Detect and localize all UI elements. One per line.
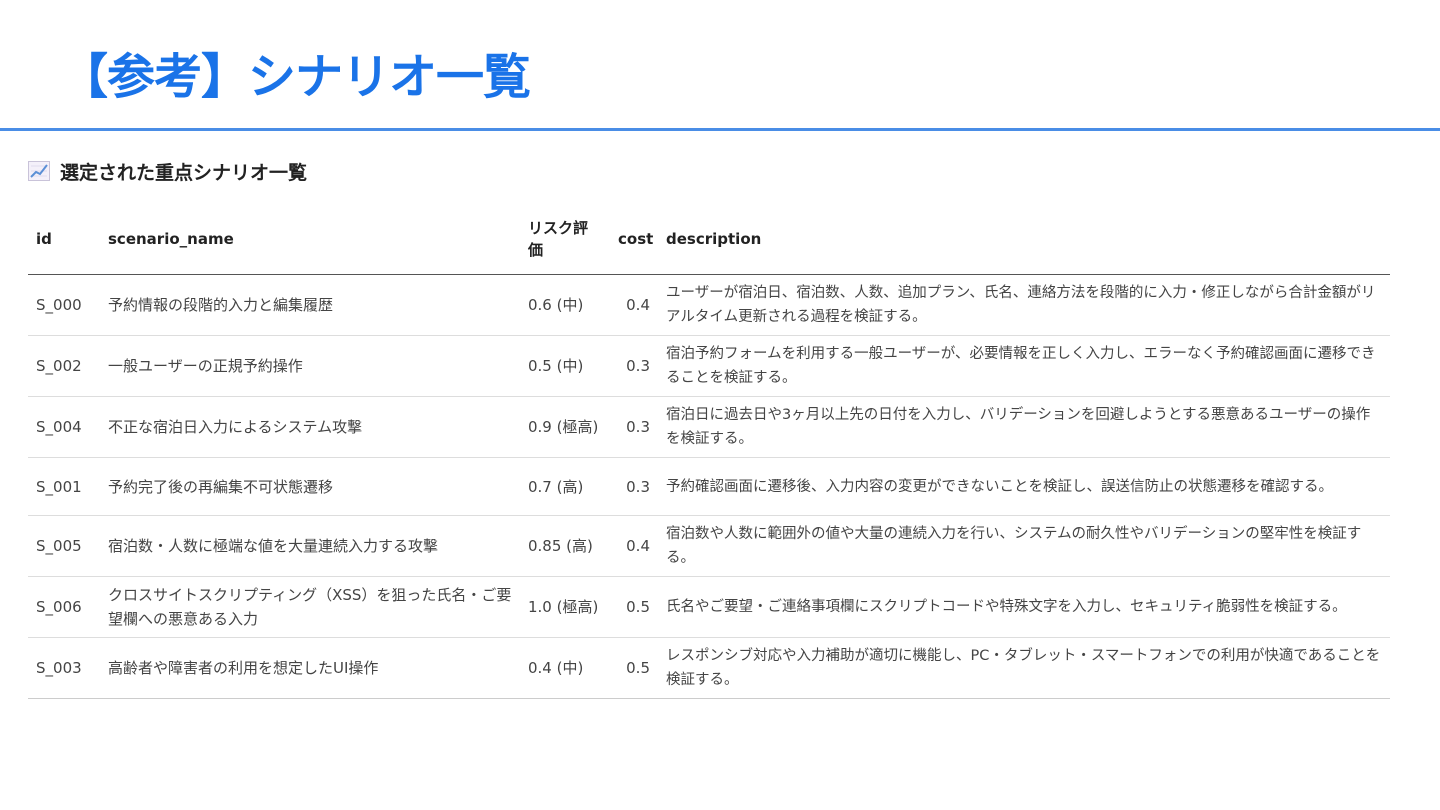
cell-scenario-name: 不正な宿泊日入力によるシステム攻撃: [100, 396, 520, 458]
table-row: S_005 宿泊数・人数に極端な値を大量連続入力する攻撃 0.85 (高) 0.…: [28, 515, 1390, 577]
cell-cost: 0.4: [610, 515, 658, 577]
scenario-table: id scenario_name リスク評価 cost description …: [28, 204, 1390, 699]
cell-scenario-name: 予約完了後の再編集不可状態遷移: [100, 457, 520, 516]
cell-risk: 0.7 (高): [520, 457, 610, 516]
table-row: S_006 クロスサイトスクリプティング（XSS）を狙った氏名・ご要望欄への悪意…: [28, 576, 1390, 638]
table-row: S_003 高齢者や障害者の利用を想定したUI操作 0.4 (中) 0.5 レス…: [28, 637, 1390, 699]
cell-id: S_005: [28, 515, 100, 577]
column-header-cost[interactable]: cost: [610, 204, 658, 275]
cell-risk: 0.6 (中): [520, 274, 610, 336]
cell-cost: 0.3: [610, 335, 658, 397]
table-row: S_004 不正な宿泊日入力によるシステム攻撃 0.9 (極高) 0.3 宿泊日…: [28, 396, 1390, 458]
cell-risk: 0.9 (極高): [520, 396, 610, 458]
cell-description: レスポンシブ対応や入力補助が適切に機能し、PC・タブレット・スマートフォンでの利…: [658, 637, 1390, 699]
cell-cost: 0.3: [610, 396, 658, 458]
cell-risk: 0.4 (中): [520, 637, 610, 699]
cell-scenario-name: 予約情報の段階的入力と編集履歴: [100, 274, 520, 336]
section-heading: 選定された重点シナリオ一覧: [28, 156, 307, 186]
cell-cost: 0.4: [610, 274, 658, 336]
page-title: 【参考】シナリオ一覧: [60, 49, 531, 105]
cell-id: S_003: [28, 637, 100, 699]
cell-id: S_006: [28, 576, 100, 638]
column-header-scenario-name[interactable]: scenario_name: [100, 204, 520, 275]
cell-id: S_000: [28, 274, 100, 336]
cell-cost: 0.5: [610, 637, 658, 699]
table-row: S_001 予約完了後の再編集不可状態遷移 0.7 (高) 0.3 予約確認画面…: [28, 457, 1390, 516]
table-header-row: id scenario_name リスク評価 cost description: [28, 204, 1390, 275]
cell-risk: 0.85 (高): [520, 515, 610, 577]
cell-risk: 0.5 (中): [520, 335, 610, 397]
cell-id: S_002: [28, 335, 100, 397]
column-header-risk[interactable]: リスク評価: [520, 204, 610, 275]
section-heading-text: 選定された重点シナリオ一覧: [60, 161, 308, 184]
column-header-description[interactable]: description: [658, 204, 1390, 275]
title-divider: [0, 128, 1440, 131]
cell-scenario-name: 一般ユーザーの正規予約操作: [100, 335, 520, 397]
cell-id: S_004: [28, 396, 100, 458]
cell-id: S_001: [28, 457, 100, 516]
cell-scenario-name: クロスサイトスクリプティング（XSS）を狙った氏名・ご要望欄への悪意ある入力: [100, 576, 520, 638]
cell-description: 宿泊数や人数に範囲外の値や大量の連続入力を行い、システムの耐久性やバリデーション…: [658, 515, 1390, 577]
cell-description: 予約確認画面に遷移後、入力内容の変更ができないことを検証し、誤送信防止の状態遷移…: [658, 457, 1390, 516]
table-row: S_002 一般ユーザーの正規予約操作 0.5 (中) 0.3 宿泊予約フォーム…: [28, 335, 1390, 397]
cell-description: 宿泊予約フォームを利用する一般ユーザーが、必要情報を正しく入力し、エラーなく予約…: [658, 335, 1390, 397]
cell-risk: 1.0 (極高): [520, 576, 610, 638]
cell-scenario-name: 宿泊数・人数に極端な値を大量連続入力する攻撃: [100, 515, 520, 577]
cell-cost: 0.5: [610, 576, 658, 638]
column-header-id[interactable]: id: [28, 204, 100, 275]
chart-increasing-icon: [28, 161, 50, 181]
cell-description: 氏名やご要望・ご連絡事項欄にスクリプトコードや特殊文字を入力し、セキュリティ脆弱…: [658, 576, 1390, 638]
table-row: S_000 予約情報の段階的入力と編集履歴 0.6 (中) 0.4 ユーザーが宿…: [28, 274, 1390, 336]
slide: 【参考】シナリオ一覧 選定された重点シナリオ一覧 id scenario_nam…: [0, 0, 1440, 810]
cell-cost: 0.3: [610, 457, 658, 516]
title-area: 【参考】シナリオ一覧: [60, 42, 531, 112]
cell-scenario-name: 高齢者や障害者の利用を想定したUI操作: [100, 637, 520, 699]
cell-description: 宿泊日に過去日や3ヶ月以上先の日付を入力し、バリデーションを回避しようとする悪意…: [658, 396, 1390, 458]
cell-description: ユーザーが宿泊日、宿泊数、人数、追加プラン、氏名、連絡方法を段階的に入力・修正し…: [658, 274, 1390, 336]
